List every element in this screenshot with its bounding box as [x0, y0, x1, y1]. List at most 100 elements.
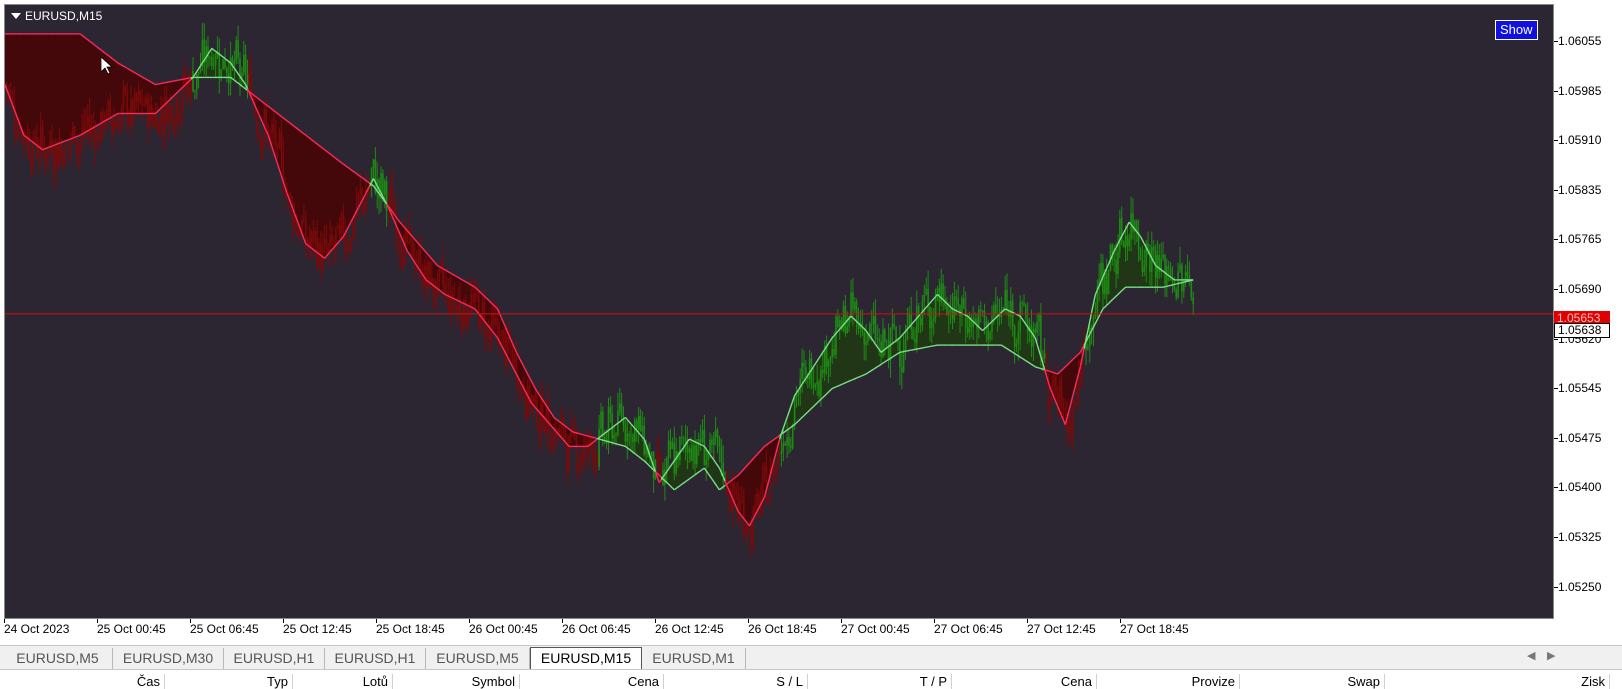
slow-ma-line [153, 82, 156, 86]
candle-body [634, 420, 636, 443]
candle-body [1060, 381, 1063, 409]
candle-body [115, 123, 117, 128]
candle-body [607, 406, 610, 444]
candle-body [1162, 254, 1164, 259]
candle-body [96, 135, 98, 148]
candle-body [73, 126, 76, 142]
chart-tab-6[interactable]: EURUSD,M1 [642, 648, 746, 669]
column-header-10[interactable]: Zisk [1385, 674, 1610, 689]
column-header-3[interactable]: Symbol [393, 674, 520, 689]
candle-body [79, 141, 81, 149]
candle-body [692, 445, 694, 461]
candle-body [611, 413, 613, 439]
candle-body [139, 90, 142, 103]
candle-body [1042, 356, 1044, 359]
column-header-6[interactable]: T / P [808, 674, 952, 689]
candle-body [1175, 289, 1177, 298]
candle-body [1124, 235, 1127, 248]
chart-tab-2[interactable]: EURUSD,H1 [224, 648, 325, 669]
candle-body [551, 441, 553, 453]
slow-ma-line [1034, 366, 1038, 369]
column-header-5[interactable]: S / L [664, 674, 808, 689]
column-header-9[interactable]: Swap [1240, 674, 1385, 689]
candle-body [865, 341, 867, 345]
time-axis[interactable]: 24 Oct 2023 25 Oct 00:45 25 Oct 06:45 25 Oc… [0, 619, 1554, 641]
column-header-2[interactable]: Lotů [293, 674, 393, 689]
column-header-8[interactable]: Provize [1097, 674, 1240, 689]
fast-ma-line [98, 122, 102, 126]
candle-body [993, 304, 995, 317]
candle-body [126, 92, 128, 115]
chart-tab-1[interactable]: EURUSD,M30 [113, 648, 224, 669]
candle-body [1190, 281, 1193, 298]
candle-body [205, 46, 207, 63]
candle-body [1192, 297, 1194, 305]
fast-ma-line [1004, 308, 1008, 311]
slow-ma-line [1033, 365, 1036, 368]
candle-body [942, 283, 944, 300]
candle-body [664, 469, 666, 485]
candle-body [600, 411, 602, 429]
candle-body [1032, 328, 1035, 347]
candle-body [256, 115, 258, 134]
candle-body [870, 323, 873, 325]
chart-tab-5[interactable]: EURUSD,M15 [530, 647, 642, 670]
candle-body [696, 445, 698, 464]
candle-body [1015, 343, 1018, 347]
price-axis[interactable]: 1.06055 1.05985 1.05910 1.05835 1.05765 1.056… [1554, 0, 1622, 620]
candle-body [1126, 235, 1129, 246]
column-header-4[interactable]: Cena [520, 674, 664, 689]
fast-ma-line [1006, 309, 1010, 312]
slow-ma-line [1183, 281, 1186, 283]
candle-body [280, 132, 283, 152]
candle-body [1070, 419, 1072, 437]
candle-body [167, 107, 170, 124]
column-header-0[interactable]: Čas [0, 674, 165, 689]
candle-body [1002, 307, 1005, 310]
tab-scroll-left-icon[interactable]: ◀ [1527, 649, 1535, 662]
candle-body [639, 415, 642, 432]
candle-body [382, 173, 384, 195]
plot-area[interactable]: EURUSD,M15 Show [4, 4, 1554, 619]
candle-body [1100, 262, 1102, 279]
candle-body [793, 397, 796, 425]
fast-ma-line [81, 132, 85, 135]
candle-body [932, 317, 935, 321]
ma-cloud-8 [725, 435, 780, 526]
candle-body [711, 439, 713, 446]
chevron-down-icon[interactable] [11, 13, 21, 19]
fast-ma-line [1010, 310, 1013, 314]
slow-ma-line [839, 383, 842, 386]
candle-body [64, 147, 66, 167]
show-button[interactable]: Show [1495, 20, 1538, 40]
tab-scroll-right-icon[interactable]: ▶ [1547, 649, 1555, 662]
candle-body [113, 123, 115, 134]
chart-title[interactable]: EURUSD,M15 [11, 9, 102, 23]
candle-body [271, 124, 273, 133]
candle-body [293, 215, 296, 226]
candle-body [273, 124, 275, 133]
candle-body [515, 354, 518, 381]
chart-tab-3[interactable]: EURUSD,H1 [325, 648, 426, 669]
fast-ma-line [463, 302, 466, 306]
candle-body [165, 96, 168, 124]
candle-body [60, 143, 63, 153]
candle-body [632, 435, 634, 443]
fast-ma-line [702, 444, 705, 448]
candle-body [709, 439, 711, 451]
column-header-7[interactable]: Cena [952, 674, 1097, 689]
candle-body [874, 316, 877, 339]
candle-body [55, 142, 57, 175]
candle-body [1053, 376, 1055, 385]
column-header-1[interactable]: Typ [165, 674, 293, 689]
candle-body [684, 437, 687, 443]
slow-ma-line [835, 385, 839, 388]
candle-body [476, 290, 478, 293]
price-chart[interactable] [5, 5, 1554, 619]
chart-tab-0[interactable]: EURUSD,M5 [3, 648, 113, 669]
candle-body [502, 329, 504, 343]
fast-ma-line [42, 148, 45, 151]
candle-body [141, 102, 143, 105]
chart-tab-4[interactable]: EURUSD,M5 [426, 648, 530, 669]
slow-ma-line [136, 73, 139, 76]
